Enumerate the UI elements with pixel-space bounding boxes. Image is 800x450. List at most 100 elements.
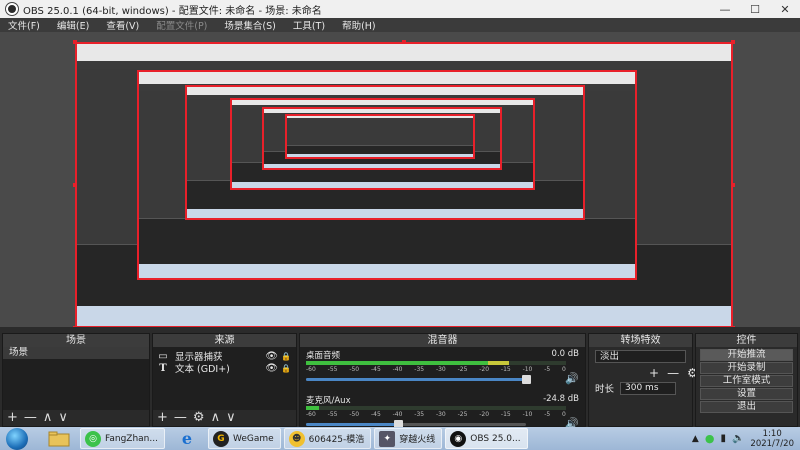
mixer-channel-mic: 麦克风/Aux -24.8 dB -60 -55 -50 -45 -40 -35 -30 -2… [306,394,579,430]
sources-dock-title: 来源 [153,334,296,347]
taskbar-button-obs[interactable]: ◉ OBS 25.0... [445,428,528,449]
minimize-button[interactable]: — [710,0,740,18]
meter-tick-label: -25 [457,411,468,418]
meter-ticks: -60 -55 -50 -45 -40 -35 -30 -25 -20 -15 -10 -5 0 [306,366,566,373]
volume-slider[interactable] [306,375,531,384]
wegame-icon: G [212,430,229,447]
remove-scene-button[interactable]: — [24,410,37,426]
add-source-button[interactable]: + [157,410,168,426]
meter-tick-label: -10 [522,411,533,418]
menu-view[interactable]: 查看(V) [106,18,139,32]
move-scene-up-button[interactable]: ∧ [43,410,53,426]
volume-meter [306,361,566,365]
move-source-down-button[interactable]: ∨ [226,410,236,426]
resize-handle[interactable] [73,40,77,44]
internet-explorer-icon[interactable]: e [168,428,206,449]
sources-dock: 来源 ▭ 显示器捕获 👁 🔒 T 文本 (GDI+) 👁 🔒 + — ⚙ ∧ ∨ [152,333,297,427]
mixer-channels: 桌面音频 0.0 dB -60 -55 -50 -45 -40 -35 -30 -25 -20 -… [300,347,585,430]
folder-icon[interactable] [40,428,78,449]
resize-handle[interactable] [73,183,77,187]
meter-tick-label: -35 [414,411,425,418]
source-label: 文本 (GDI+) [175,364,230,375]
taskbar-label: OBS 25.0... [470,433,521,444]
taskbar-label: 穿越火线 [399,435,436,445]
add-scene-button[interactable]: + [7,410,18,426]
taskbar-button-character-app[interactable]: ☻ 606425-模浩 [283,428,372,449]
maximize-button[interactable]: ☐ [740,0,770,18]
meter-level-bar [488,361,509,365]
resize-handle[interactable] [402,326,406,327]
network-icon[interactable]: ▮ [720,433,726,444]
dock-area: 场景 场景 + — ∧ ∨ 来源 ▭ 显示器捕获 👁 🔒 T 文本 (GDI+)… [0,333,800,430]
eye-icon[interactable]: 👁 [265,351,278,362]
taskbar-label: FangZhan... [105,433,158,444]
menu-file[interactable]: 文件(F) [8,18,40,32]
preview-canvas[interactable] [0,32,800,327]
source-item-text[interactable]: T 文本 (GDI+) 👁 🔒 [153,362,296,376]
exit-button[interactable]: 退出 [700,401,793,413]
menu-edit[interactable]: 编辑(E) [57,18,89,32]
menu-scene-collection[interactable]: 场景集合(S) [224,18,275,32]
monitor-icon: ▭ [158,350,168,362]
taskbar: ◎ FangZhan... e G WeGame ☻ 606425-模浩 ✦ 穿… [0,427,800,450]
add-transition-button[interactable]: + [649,366,659,380]
duration-input[interactable]: 300 ms [620,381,677,395]
meter-tick-label: -55 [327,366,338,373]
nested-preview-frame [285,114,475,159]
lock-icon[interactable]: 🔒 [281,352,291,361]
meter-tick-label: -45 [370,411,381,418]
text-icon: T [159,362,167,374]
tray-up-arrow-icon[interactable]: ▲ [692,434,699,444]
resize-handle[interactable] [731,183,735,187]
title-bar: OBS 25.0.1 (64-bit, windows) - 配置文件: 未命名… [0,0,800,18]
speaker-icon[interactable]: 🔊 [565,372,579,385]
meter-tick-label: -35 [414,366,425,373]
move-source-up-button[interactable]: ∧ [211,410,221,426]
clock-time: 1:10 [762,428,782,439]
move-scene-down-button[interactable]: ∨ [58,410,68,426]
resize-handle[interactable] [731,326,735,327]
system-tray: ▲ ● ▮ 🔈 1:10 2021/7/20 [692,427,794,450]
remove-transition-button[interactable]: — [667,366,679,380]
resize-handle[interactable] [731,40,735,44]
scene-item[interactable]: 场景 [3,347,149,359]
taskbar-label: WeGame [232,433,274,444]
settings-button[interactable]: 设置 [700,388,793,400]
close-button[interactable]: ✕ [770,0,800,18]
channel-name: 桌面音频 [306,351,341,361]
window-controls: — ☐ ✕ [710,0,800,18]
window-title: OBS 25.0.1 (64-bit, windows) - 配置文件: 未命名… [23,5,322,17]
character-app-icon: ☻ [288,430,305,447]
taskbar-button-crossfire[interactable]: ✦ 穿越火线 [374,428,443,449]
start-recording-button[interactable]: 开始录制 [700,362,793,374]
studio-mode-button[interactable]: 工作室模式 [700,375,793,387]
start-button[interactable] [6,427,28,450]
meter-tick-label: -30 [435,366,446,373]
transition-select[interactable]: 淡出 [595,350,686,363]
meter-level-bar [306,406,319,410]
volume-slider-handle[interactable] [522,375,531,384]
meter-tick-label: -5 [544,366,551,373]
resize-handle[interactable] [73,326,77,327]
lock-icon[interactable]: 🔒 [281,364,291,373]
meter-tick-label: -30 [435,411,446,418]
meter-tick-label: -40 [392,411,403,418]
volume-slider[interactable] [306,420,526,429]
meter-tick-label: -15 [500,366,511,373]
eye-icon[interactable]: 👁 [265,363,278,374]
meter-tick-label: -50 [349,366,360,373]
tray-app-icon[interactable]: ● [705,432,715,445]
start-streaming-button[interactable]: 开始推流 [700,349,793,361]
meter-tick-label: -5 [544,411,551,418]
obs-icon: ◉ [450,430,467,447]
volume-icon[interactable]: 🔈 [732,433,744,444]
clock[interactable]: 1:10 2021/7/20 [750,429,794,449]
taskbar-button-wegame[interactable]: G WeGame [207,428,281,449]
remove-source-button[interactable]: — [174,410,187,426]
controls-dock-title: 控件 [696,334,797,347]
taskbar-button-fangzhan[interactable]: ◎ FangZhan... [80,428,165,449]
source-properties-gear-icon[interactable]: ⚙ [193,410,205,426]
menu-tools[interactable]: 工具(T) [293,18,325,32]
resize-handle[interactable] [402,40,406,44]
menu-help[interactable]: 帮助(H) [342,18,376,32]
